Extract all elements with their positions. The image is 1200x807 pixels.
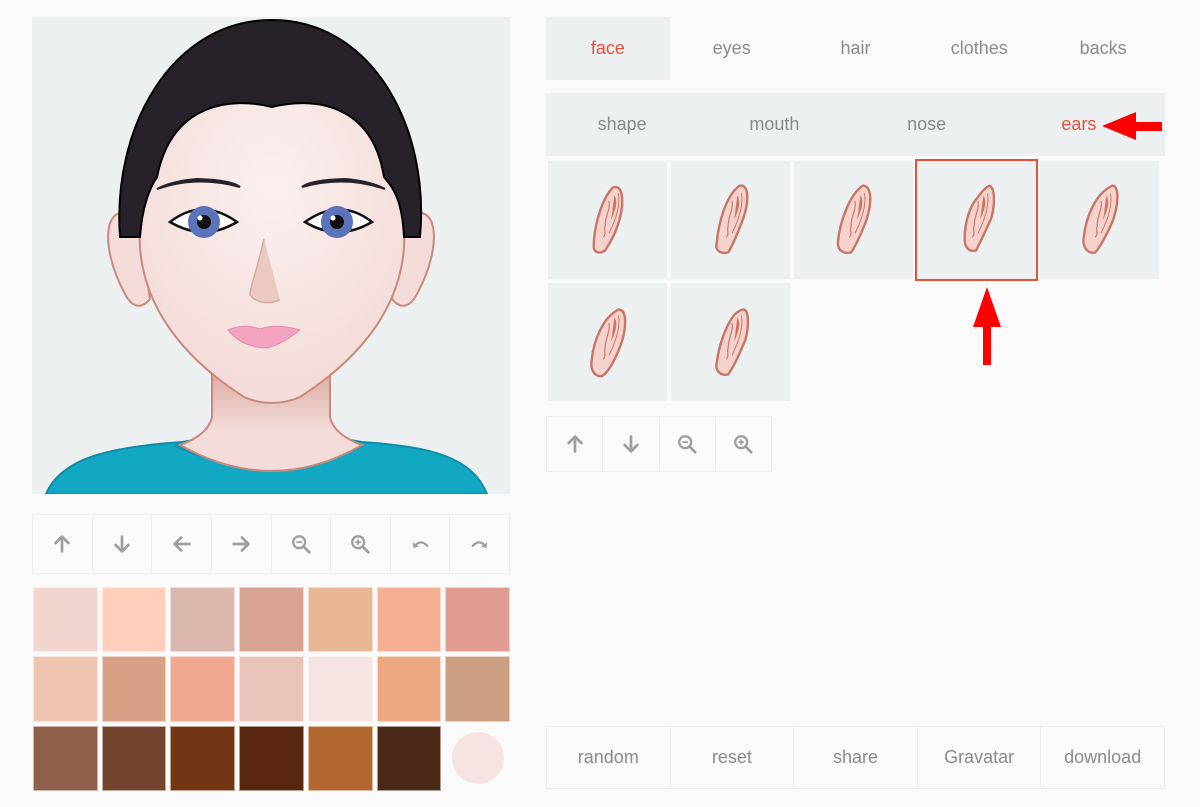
zoom-out-button[interactable]: [272, 515, 332, 573]
item-move-up-button[interactable]: [547, 417, 604, 471]
arrow-up-icon: [566, 435, 583, 453]
skin-swatch[interactable]: [376, 587, 442, 653]
skin-swatch[interactable]: [33, 587, 98, 653]
move-up-button[interactable]: [33, 515, 93, 573]
ear-option[interactable]: [548, 161, 667, 279]
ear-icon: [592, 185, 623, 254]
arrow-down-icon: [114, 535, 130, 553]
skin-swatch[interactable]: [33, 656, 98, 722]
ear-option[interactable]: [671, 161, 790, 279]
skin-swatch[interactable]: [101, 725, 167, 791]
skin-color-palette: [33, 587, 510, 791]
skin-swatch[interactable]: [376, 656, 442, 722]
ear-icon: [962, 184, 995, 253]
avatar-position-controls: [32, 514, 510, 574]
zoom-out-icon: [678, 435, 697, 454]
ear-option[interactable]: [548, 283, 667, 401]
zoom-in-button[interactable]: [331, 515, 391, 573]
undo-icon: [412, 541, 429, 548]
download-button[interactable]: download: [1041, 727, 1164, 788]
skin-swatch[interactable]: [307, 725, 373, 791]
skin-swatch[interactable]: [101, 656, 167, 722]
category-tabs: face eyes hair clothes backs: [546, 17, 1165, 80]
action-bar: random reset share Gravatar download: [546, 726, 1165, 789]
skin-swatch[interactable]: [33, 725, 98, 791]
arrow-down-icon: [623, 435, 639, 453]
item-position-controls: [546, 416, 772, 472]
subtab-mouth[interactable]: mouth: [698, 93, 850, 156]
item-zoom-out-button[interactable]: [660, 417, 716, 471]
ear-option[interactable]: [1040, 161, 1159, 279]
random-button[interactable]: random: [547, 727, 671, 788]
skin-swatch[interactable]: [239, 587, 304, 653]
face-subtabs: shape mouth nose ears: [546, 93, 1165, 156]
ear-option[interactable]: [671, 283, 790, 401]
avatar-image: [32, 17, 510, 494]
ear-icon: [589, 308, 626, 378]
ear-option[interactable]: [915, 159, 1038, 281]
ear-icon: [1081, 184, 1119, 254]
item-zoom-in-button[interactable]: [716, 417, 771, 471]
tab-eyes[interactable]: eyes: [670, 17, 794, 80]
redo-button[interactable]: [450, 515, 509, 573]
skin-swatch[interactable]: [239, 725, 304, 791]
skin-swatch[interactable]: [445, 656, 510, 722]
arrow-left-icon: [172, 536, 191, 552]
current-skin-color-indicator[interactable]: [451, 732, 504, 785]
gravatar-button[interactable]: Gravatar: [918, 727, 1042, 788]
skin-swatch[interactable]: [307, 656, 373, 722]
move-right-button[interactable]: [212, 515, 272, 573]
item-move-down-button[interactable]: [603, 417, 660, 471]
zoom-out-icon: [291, 535, 311, 554]
zoom-in-icon: [351, 535, 371, 554]
tab-hair[interactable]: hair: [794, 17, 918, 80]
skin-swatch[interactable]: [101, 587, 167, 653]
tab-clothes[interactable]: clothes: [917, 17, 1041, 80]
zoom-in-icon: [734, 435, 753, 454]
tab-face[interactable]: face: [546, 17, 670, 80]
current-color-cell: [445, 726, 510, 791]
share-button[interactable]: share: [794, 727, 918, 788]
skin-swatch[interactable]: [445, 587, 510, 653]
redo-icon: [471, 541, 488, 548]
ear-option[interactable]: [794, 161, 913, 279]
skin-swatch[interactable]: [307, 587, 373, 653]
ear-icon: [714, 184, 748, 255]
ear-icon: [714, 308, 749, 376]
undo-button[interactable]: [391, 515, 451, 573]
move-down-button[interactable]: [93, 515, 153, 573]
subtab-shape[interactable]: shape: [546, 93, 698, 156]
move-left-button[interactable]: [152, 515, 212, 573]
skin-swatch[interactable]: [239, 656, 304, 722]
ear-icon: [836, 184, 871, 255]
tab-backs[interactable]: backs: [1041, 17, 1165, 80]
reset-button[interactable]: reset: [671, 727, 795, 788]
skin-swatch[interactable]: [170, 725, 236, 791]
skin-swatch[interactable]: [170, 587, 236, 653]
skin-swatch[interactable]: [170, 656, 236, 722]
arrow-right-icon: [232, 536, 250, 552]
subtab-ears[interactable]: ears: [1003, 93, 1155, 156]
arrow-up-icon: [54, 535, 71, 553]
subtab-nose[interactable]: nose: [851, 93, 1003, 156]
skin-swatch[interactable]: [376, 725, 442, 791]
ear-options-grid: [548, 159, 1163, 401]
avatar-preview: [32, 17, 510, 494]
